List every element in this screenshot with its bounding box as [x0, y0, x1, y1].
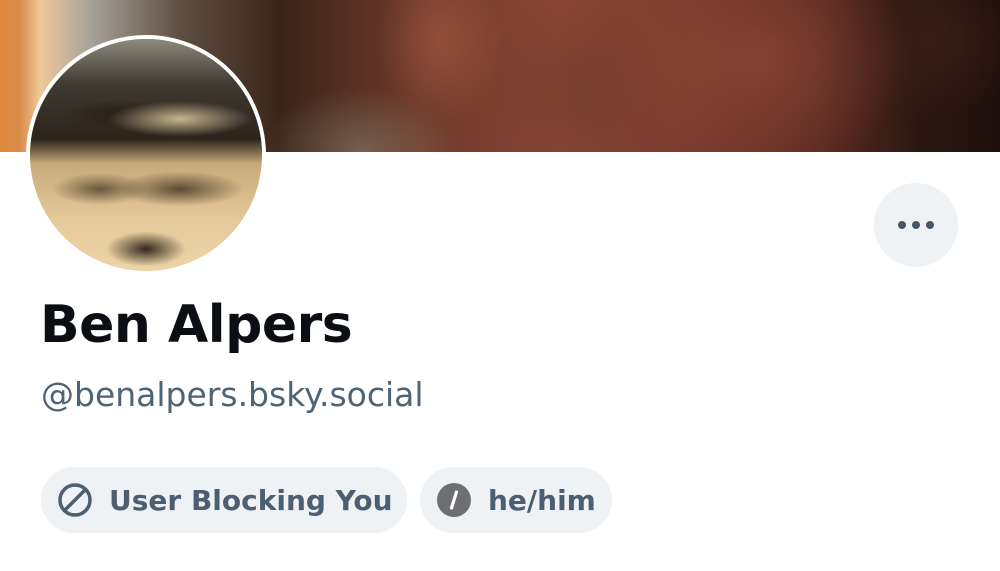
user-handle: @benalpers.bsky.social: [41, 375, 424, 414]
more-options-button[interactable]: [874, 183, 958, 267]
user-blocking-you-label: User Blocking You: [109, 483, 393, 517]
avatar-image: [30, 39, 262, 271]
ellipsis-icon: [896, 219, 936, 231]
pronouns-badge: he/him: [420, 467, 612, 533]
pronouns-label: he/him: [488, 483, 596, 517]
display-name: Ben Alpers: [40, 295, 353, 355]
avatar[interactable]: [26, 35, 266, 275]
pronoun-slash-icon: [436, 482, 472, 518]
block-icon: [57, 482, 93, 518]
user-blocking-you-badge: User Blocking You: [41, 467, 407, 533]
profile-page: Ben Alpers @benalpers.bsky.social User B…: [0, 0, 1000, 571]
